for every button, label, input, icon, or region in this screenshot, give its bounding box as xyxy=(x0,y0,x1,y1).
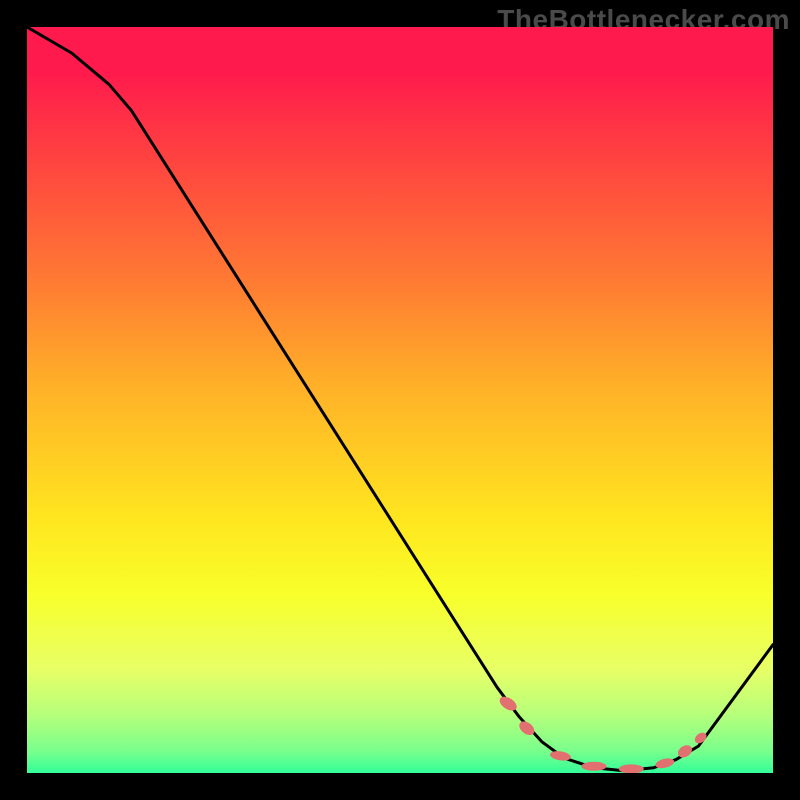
curve-marker xyxy=(619,765,643,773)
curve-marker xyxy=(550,750,571,761)
bottleneck-curve xyxy=(27,27,773,771)
curve-marker xyxy=(582,762,606,770)
plot-area xyxy=(27,27,773,773)
curve-marker xyxy=(693,731,707,745)
chart-svg xyxy=(27,27,773,773)
curve-marker xyxy=(655,757,674,769)
chart-frame: TheBottlenecker.com xyxy=(0,0,800,800)
